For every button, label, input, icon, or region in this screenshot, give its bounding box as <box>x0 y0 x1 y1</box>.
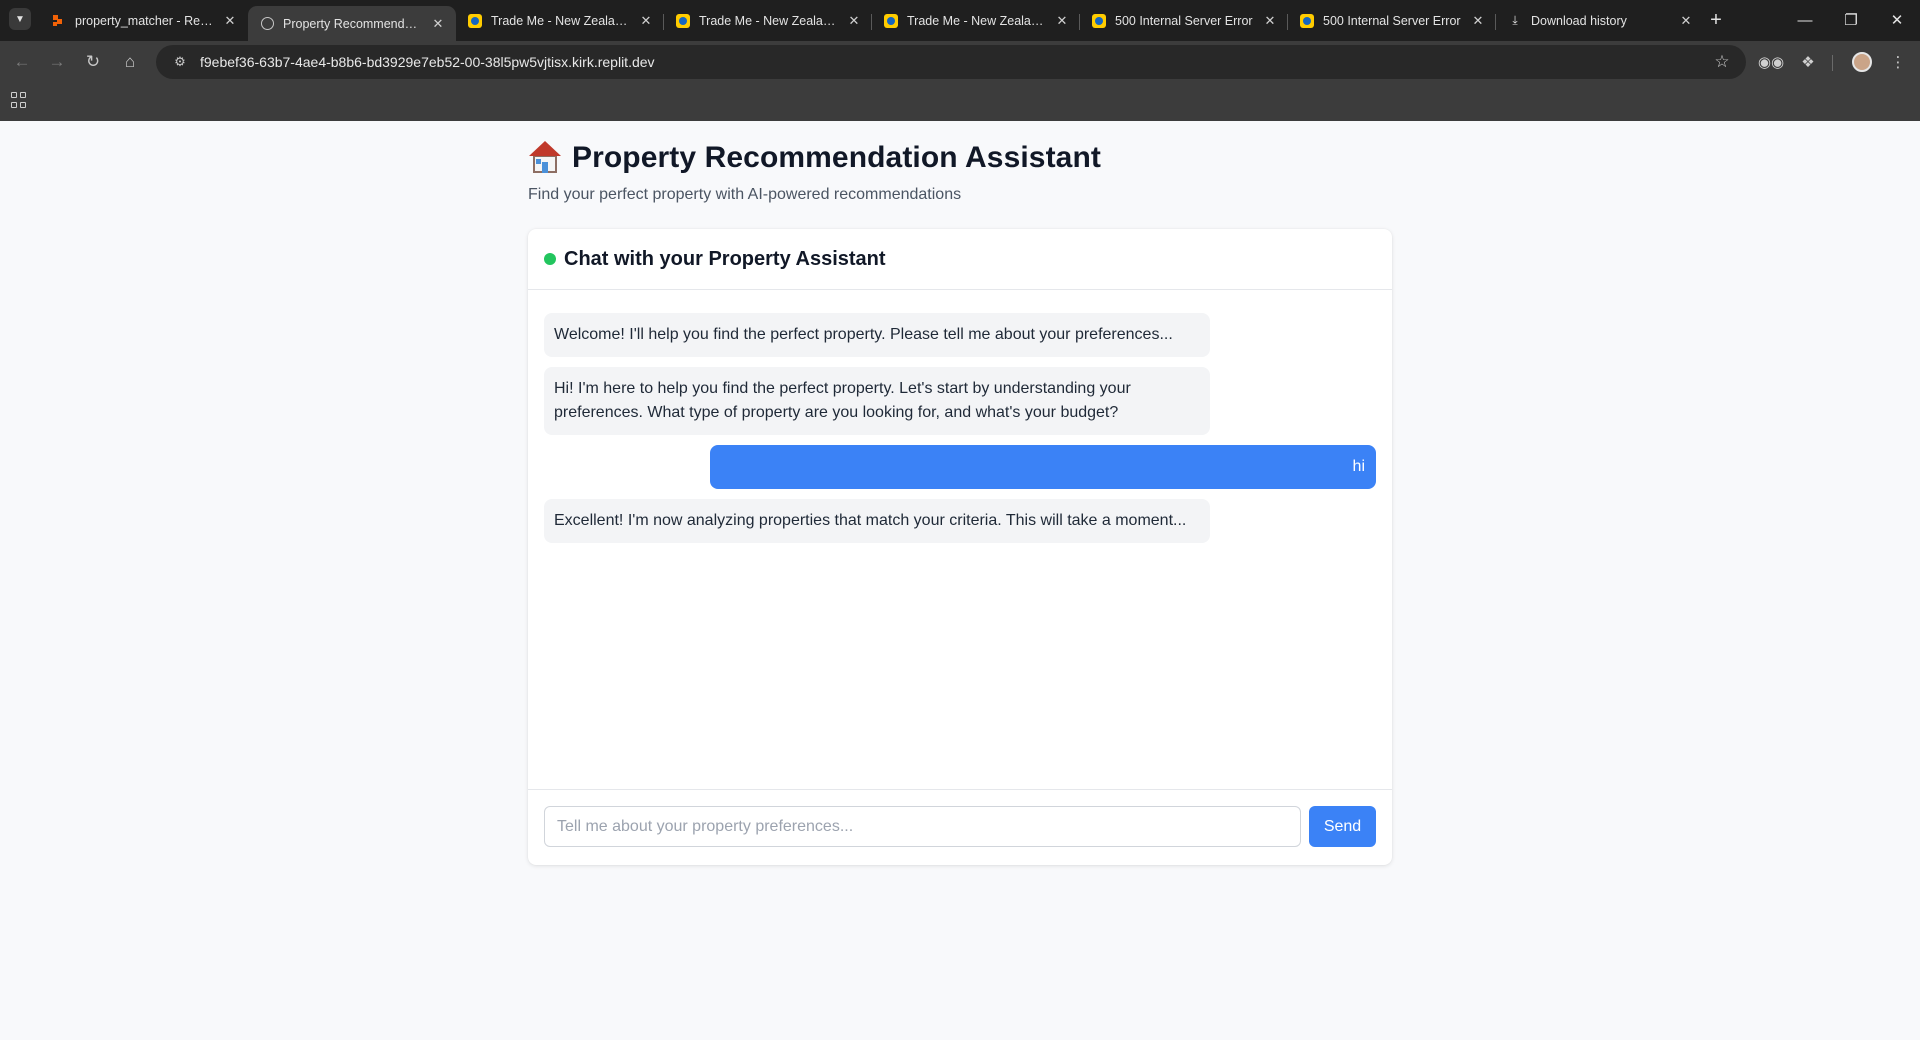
site-settings-icon[interactable]: ⚙ <box>170 54 190 70</box>
trademe-icon <box>884 13 898 28</box>
tab-title: Trade Me - New Zealand's <box>699 13 838 28</box>
tab-title: 500 Internal Server Error <box>1323 13 1461 28</box>
close-icon[interactable]: ✕ <box>638 13 654 29</box>
restore-button[interactable]: ❐ <box>1828 5 1874 35</box>
plus-icon: + <box>1710 8 1722 31</box>
title-row: Property Recommendation Assistant <box>528 136 1392 180</box>
url-text[interactable]: f9ebef36-63b7-4ae4-b8b6-bd3929e7eb52-00-… <box>200 54 1710 70</box>
close-icon[interactable]: ✕ <box>1054 13 1070 29</box>
reload-button[interactable]: ↻ <box>79 49 107 75</box>
close-icon: ✕ <box>1890 12 1904 29</box>
assistant-message: Excellent! I'm now analyzing properties … <box>544 499 1210 543</box>
send-button[interactable]: Send <box>1309 806 1376 847</box>
arrow-right-icon: → <box>48 52 66 71</box>
minimize-button[interactable]: — <box>1782 5 1828 35</box>
page-title: Property Recommendation Assistant <box>572 141 1101 174</box>
browser-tab[interactable]: 500 Internal Server Error ✕ <box>1288 6 1496 35</box>
bookmarks-bar <box>0 83 1920 121</box>
tab-title: Trade Me - New Zealand's <box>491 13 630 28</box>
trademe-icon <box>1092 13 1106 28</box>
forward-button[interactable]: → <box>43 49 71 75</box>
browser-tabstrip: ▼ property_matcher - Replit ✕ Property R… <box>0 0 1920 41</box>
tab-search-button[interactable]: ▼ <box>9 8 31 30</box>
chat-input-bar: Send <box>528 789 1392 865</box>
toolbar-divider <box>1832 55 1833 71</box>
browser-tab[interactable]: property_matcher - Replit ✕ <box>40 6 248 35</box>
browser-tab-active[interactable]: Property Recommendation Assistant ✕ <box>248 6 456 41</box>
tab-title: Download history <box>1531 13 1627 28</box>
menu-kebab-icon[interactable]: ⋮ <box>1884 49 1912 75</box>
bookmark-star-icon[interactable]: ☆ <box>1710 52 1734 72</box>
home-button[interactable]: ⌂ <box>116 49 144 75</box>
arrow-left-icon: ← <box>13 52 31 71</box>
chat-title: Chat with your Property Assistant <box>564 247 886 270</box>
tab-title: 500 Internal Server Error <box>1115 13 1253 28</box>
globe-icon <box>260 17 274 31</box>
assistant-message: Hi! I'm here to help you find the perfec… <box>544 367 1210 435</box>
chat-panel: Chat with your Property Assistant Welcom… <box>528 229 1392 865</box>
close-icon[interactable]: ✕ <box>846 13 862 29</box>
tab-title: Property Recommendation Assistant <box>283 16 422 31</box>
close-icon[interactable]: ✕ <box>1678 13 1694 29</box>
profile-avatar[interactable] <box>1852 52 1872 72</box>
close-icon[interactable]: ✕ <box>1470 13 1486 29</box>
browser-tab[interactable]: ⤓ Download history ✕ <box>1496 6 1704 35</box>
message-list: Welcome! I'll help you find the perfect … <box>528 291 1392 789</box>
browser-tab[interactable]: Trade Me - New Zealand's ✕ <box>664 6 872 35</box>
close-icon[interactable]: ✕ <box>1262 13 1278 29</box>
message-input[interactable] <box>544 806 1301 847</box>
user-message: hi <box>710 445 1376 489</box>
back-button[interactable]: ← <box>8 49 36 75</box>
online-status-dot <box>544 253 556 265</box>
chevron-down-icon: ▼ <box>15 13 25 25</box>
new-tab-button[interactable]: + <box>1704 8 1728 32</box>
replit-icon <box>52 14 66 28</box>
trademe-icon <box>1300 13 1314 28</box>
tab-title: Trade Me - New Zealand's <box>907 13 1046 28</box>
assistant-message: Welcome! I'll help you find the perfect … <box>544 313 1210 357</box>
trademe-icon <box>676 13 690 28</box>
minimize-icon: — <box>1797 11 1813 29</box>
trademe-icon <box>468 13 482 28</box>
close-icon[interactable]: ✕ <box>222 13 238 29</box>
incognito-icon[interactable]: ◉◉ <box>1757 49 1785 75</box>
close-icon[interactable]: ✕ <box>430 16 446 32</box>
restore-icon: ❐ <box>1844 12 1858 29</box>
house-icon <box>528 141 562 175</box>
browser-tab[interactable]: Trade Me - New Zealand's ✕ <box>456 6 664 35</box>
browser-tab[interactable]: 500 Internal Server Error ✕ <box>1080 6 1288 35</box>
address-bar[interactable]: ⚙ f9ebef36-63b7-4ae4-b8b6-bd3929e7eb52-0… <box>156 45 1746 79</box>
home-icon: ⌂ <box>124 52 136 71</box>
page-header: Property Recommendation Assistant Find y… <box>528 136 1392 204</box>
tab-title: property_matcher - Replit <box>75 13 214 28</box>
page-content: Property Recommendation Assistant Find y… <box>0 121 1920 1040</box>
chat-header: Chat with your Property Assistant <box>528 229 1392 290</box>
close-window-button[interactable]: ✕ <box>1874 5 1920 35</box>
browser-tab[interactable]: Trade Me - New Zealand's ✕ <box>872 6 1080 35</box>
browser-toolbar: ← → ↻ ⌂ ⚙ f9ebef36-63b7-4ae4-b8b6-bd3929… <box>0 41 1920 83</box>
extensions-icon[interactable]: ❖ <box>1794 49 1822 75</box>
reload-icon: ↻ <box>85 52 101 71</box>
page-subtitle: Find your perfect property with AI-power… <box>528 186 962 203</box>
download-icon: ⤓ <box>1512 13 1518 27</box>
apps-grid-icon[interactable] <box>11 92 27 108</box>
